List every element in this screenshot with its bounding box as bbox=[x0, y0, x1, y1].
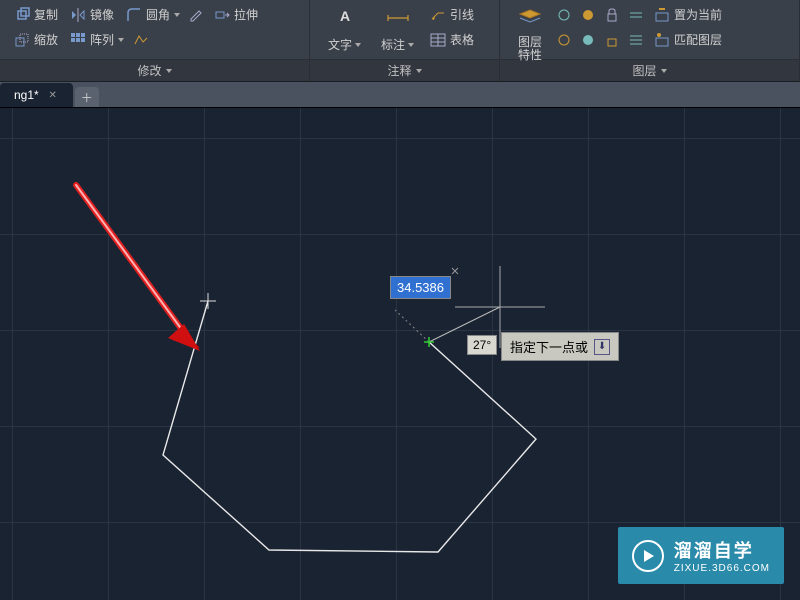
dimension-label: 标注 bbox=[381, 36, 405, 53]
copy-label: 复制 bbox=[34, 6, 58, 23]
scale-icon bbox=[14, 32, 30, 48]
start-point-marker bbox=[200, 293, 216, 309]
fillet-button[interactable]: 圆角 bbox=[120, 2, 186, 27]
ribbon-group-layers: 图层 特性 置为当前 匹配图层 bbox=[500, 0, 800, 59]
dimension-button[interactable]: 标注 bbox=[371, 2, 424, 59]
layer-isolate-icon bbox=[628, 7, 644, 23]
layer-properties-label: 图层 特性 bbox=[518, 36, 542, 62]
watermark-title: 溜溜自学 bbox=[674, 537, 770, 563]
stretch-label: 拉伸 bbox=[234, 6, 258, 23]
leader-icon bbox=[430, 7, 446, 23]
set-current-label: 置为当前 bbox=[674, 6, 722, 23]
chevron-down-icon bbox=[118, 38, 124, 42]
chevron-down-icon bbox=[174, 13, 180, 17]
text-button[interactable]: A 文字 bbox=[318, 2, 371, 59]
leader-button[interactable]: 引线 bbox=[424, 2, 480, 27]
modify-overflow-1[interactable] bbox=[186, 2, 208, 27]
layer-tool-6[interactable] bbox=[576, 27, 600, 52]
array-label: 阵列 bbox=[90, 31, 114, 48]
layer-thaw-icon bbox=[556, 32, 572, 48]
stretch-icon bbox=[214, 7, 230, 23]
annotation-arrow bbox=[76, 185, 200, 351]
layer-on-icon bbox=[580, 32, 596, 48]
fillet-label: 圆角 bbox=[146, 6, 170, 23]
close-icon[interactable]: ✕ bbox=[47, 89, 59, 101]
document-tabbar: ng1* ✕ ＋ bbox=[0, 82, 800, 108]
ribbon-panel-labels: 修改 注释 图层 bbox=[0, 60, 800, 82]
dynamic-angle-input[interactable]: 27° bbox=[467, 335, 497, 355]
angle-reference-line bbox=[395, 310, 429, 342]
layer-unisolate-icon bbox=[628, 32, 644, 48]
edit-icon bbox=[189, 7, 205, 23]
array-icon bbox=[70, 32, 86, 48]
ribbon-group-annotation: A 文字 标注 引线 表格 bbox=[310, 0, 500, 59]
tab-drawing1[interactable]: ng1* ✕ bbox=[0, 83, 73, 107]
layer-properties-button[interactable]: 图层 特性 bbox=[508, 2, 552, 68]
table-button[interactable]: 表格 bbox=[424, 27, 480, 52]
dimension-icon bbox=[386, 8, 410, 32]
copy-icon bbox=[14, 7, 30, 23]
panel-label-modify[interactable]: 修改 bbox=[0, 60, 310, 81]
table-icon bbox=[430, 32, 446, 48]
leader-label: 引线 bbox=[450, 6, 474, 23]
distance-value: 34.5386 bbox=[390, 276, 451, 299]
array-button[interactable]: 阵列 bbox=[64, 27, 130, 52]
mirror-button[interactable]: 镜像 bbox=[64, 2, 120, 27]
layers-icon bbox=[518, 8, 542, 32]
fillet-icon bbox=[126, 7, 142, 23]
angle-value: 27° bbox=[467, 335, 497, 355]
prompt-dropdown-icon[interactable]: ⬇ bbox=[594, 339, 610, 355]
prompt-text: 指定下一点或 bbox=[510, 337, 588, 356]
plus-icon: ＋ bbox=[81, 89, 93, 106]
distance-tick bbox=[452, 268, 458, 274]
dynamic-prompt: 指定下一点或 ⬇ bbox=[501, 332, 619, 361]
scale-button[interactable]: 缩放 bbox=[8, 27, 64, 52]
layer-tool-7[interactable] bbox=[600, 27, 624, 52]
layer-freeze-icon bbox=[556, 7, 572, 23]
match-layer-icon bbox=[654, 32, 670, 48]
chevron-down-icon bbox=[408, 43, 414, 47]
chevron-down-icon bbox=[166, 69, 172, 73]
stretch-button[interactable]: 拉伸 bbox=[208, 2, 264, 27]
mirror-label: 镜像 bbox=[90, 6, 114, 23]
tab-add-button[interactable]: ＋ bbox=[75, 87, 99, 107]
scale-label: 缩放 bbox=[34, 31, 58, 48]
match-layer-label: 匹配图层 bbox=[674, 31, 722, 48]
tab-label: ng1* bbox=[14, 88, 39, 102]
ribbon-toolbar: 复制 镜像 圆角 拉伸 缩放 阵列 bbox=[0, 0, 800, 60]
layer-lock-icon bbox=[604, 7, 620, 23]
panel-label-layers[interactable]: 图层 bbox=[500, 60, 800, 81]
modify-overflow-2[interactable] bbox=[130, 27, 152, 52]
layer-off-icon bbox=[580, 7, 596, 23]
copy-button[interactable]: 复制 bbox=[8, 2, 64, 27]
ribbon-group-modify: 复制 镜像 圆角 拉伸 缩放 阵列 bbox=[0, 0, 310, 59]
watermark-logo-icon bbox=[632, 540, 664, 572]
layer-tool-1[interactable] bbox=[552, 2, 576, 27]
watermark: 溜溜自学 ZIXUE.3D66.COM bbox=[618, 527, 784, 584]
text-label: 文字 bbox=[328, 36, 352, 53]
text-icon: A bbox=[333, 8, 357, 32]
polyline-edit-icon bbox=[133, 32, 149, 48]
layer-tool-8[interactable] bbox=[624, 27, 648, 52]
match-layer-button[interactable]: 匹配图层 bbox=[648, 27, 728, 52]
layer-unlock-icon bbox=[604, 32, 620, 48]
set-current-button[interactable]: 置为当前 bbox=[648, 2, 728, 27]
layer-tool-2[interactable] bbox=[576, 2, 600, 27]
watermark-subtitle: ZIXUE.3D66.COM bbox=[674, 563, 770, 574]
set-current-icon bbox=[654, 7, 670, 23]
layer-tool-5[interactable] bbox=[552, 27, 576, 52]
drawing-canvas[interactable]: 34.5386 27° 指定下一点或 ⬇ 溜溜自学 ZIXUE.3D66.COM bbox=[0, 108, 800, 600]
table-label: 表格 bbox=[450, 31, 474, 48]
chevron-down-icon bbox=[661, 69, 667, 73]
dynamic-distance-input[interactable]: 34.5386 bbox=[390, 276, 451, 299]
mirror-icon bbox=[70, 7, 86, 23]
layer-tool-3[interactable] bbox=[600, 2, 624, 27]
svg-text:A: A bbox=[339, 8, 349, 24]
chevron-down-icon bbox=[355, 43, 361, 47]
layer-tool-4[interactable] bbox=[624, 2, 648, 27]
chevron-down-icon bbox=[416, 69, 422, 73]
panel-label-annotation[interactable]: 注释 bbox=[310, 60, 500, 81]
